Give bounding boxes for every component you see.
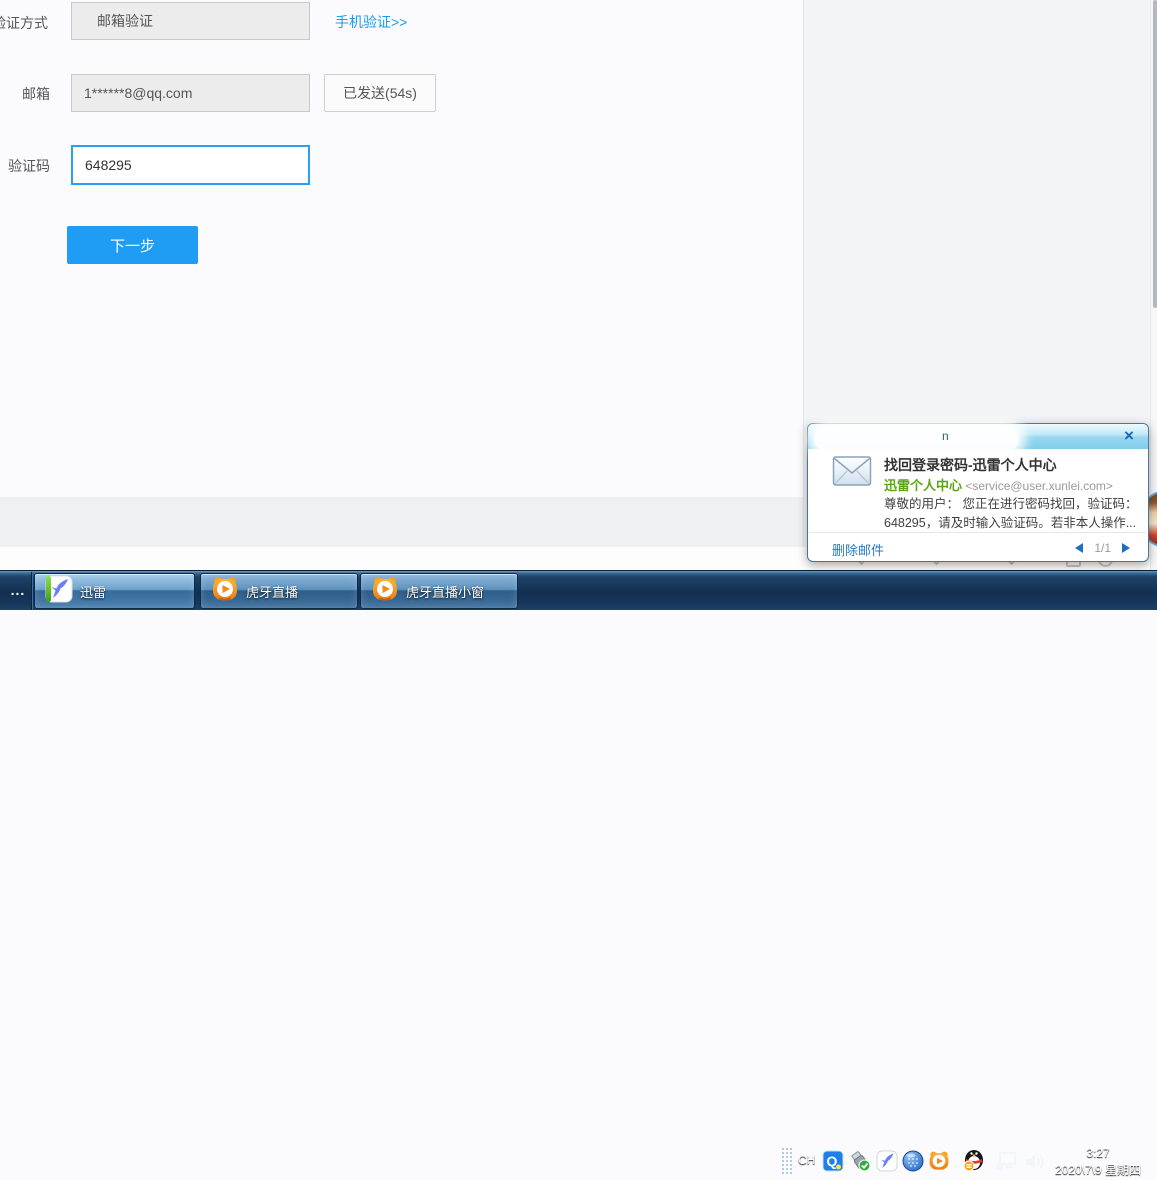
xunlei-tray-icon[interactable] — [876, 1150, 898, 1172]
resend-code-button[interactable]: 已发送(54s) — [324, 74, 436, 112]
delete-mail-link[interactable]: 删除邮件 — [832, 540, 884, 559]
taskbar-button-xunlei[interactable]: 迅雷 — [34, 573, 195, 609]
scrollbar-thumb[interactable] — [1153, 0, 1157, 308]
qq-icon[interactable] — [962, 1148, 984, 1170]
email-field[interactable] — [71, 74, 310, 112]
mail-body-line: 648295，请及时输入验证码。若非本人操作... — [884, 512, 1136, 531]
network-icon[interactable] — [994, 1150, 1016, 1172]
sender-email: <service@user.xunlei.com> — [965, 479, 1113, 493]
redacted-title-blur — [814, 426, 1019, 452]
mail-body-line: 尊敬的用户： 您正在进行密码找回，验证码： — [884, 493, 1137, 512]
svg-text:Q: Q — [827, 1153, 838, 1169]
clock-time: 3:27 — [1086, 1145, 1109, 1162]
close-icon[interactable]: × — [1124, 426, 1134, 446]
mail-sender: 迅雷个人中心 <service@user.xunlei.com> — [884, 475, 1113, 494]
verification-method-label: 验证方式 — [0, 13, 48, 33]
taskbar-overflow-button[interactable]: ... — [6, 577, 30, 603]
page-footer-band — [0, 497, 803, 547]
clock-date: 2020\7\9 星期四 — [1055, 1162, 1141, 1179]
input-method-q-icon[interactable]: Q — [822, 1150, 844, 1172]
taskbar-button-label: 虎牙直播 — [246, 582, 298, 601]
scrollbar[interactable] — [1150, 0, 1157, 570]
language-indicator[interactable]: CH — [798, 1153, 815, 1167]
titlebar-text-remnant: n — [942, 429, 949, 443]
sender-name: 迅雷个人中心 — [884, 478, 962, 493]
usb-device-icon[interactable] — [849, 1150, 871, 1172]
verification-method-field[interactable]: 邮箱验证 — [71, 2, 310, 40]
verification-code-label: 验证码 — [8, 156, 50, 176]
mail-pager: 1/1 — [1075, 541, 1130, 555]
page-indicator: 1/1 — [1094, 541, 1111, 555]
next-mail-icon[interactable] — [1122, 543, 1130, 553]
tray-grip — [781, 1147, 793, 1175]
taskbar: ... 迅雷 — [0, 570, 1157, 610]
tray-clock[interactable]: 3:27 2020\7\9 星期四 — [1042, 1143, 1154, 1180]
taskbar-button-label: 虎牙直播小窗 — [406, 582, 484, 601]
huya-icon — [211, 575, 239, 608]
taskbar-button-huya[interactable]: 虎牙直播 — [200, 573, 358, 609]
mail-subject: 找回登录密码-迅雷个人中心 — [884, 455, 1057, 475]
verification-code-input[interactable] — [71, 145, 310, 185]
email-label: 邮箱 — [22, 84, 50, 104]
popup-titlebar[interactable]: n × — [808, 424, 1148, 449]
taskbar-button-huya-miniwindow[interactable]: 虎牙直播小窗 — [360, 573, 518, 609]
xunlei-icon — [45, 575, 73, 608]
mail-notification-popup: n × 找回登录密码-迅雷个人中心 迅雷个人中心 <service@user.x… — [807, 423, 1149, 562]
blue-ball-icon[interactable] — [902, 1150, 924, 1172]
envelope-icon — [832, 455, 872, 494]
taskbar-divider — [32, 572, 33, 610]
popup-divider — [809, 532, 1146, 533]
taskbar-button-label: 迅雷 — [80, 582, 106, 601]
previous-mail-icon[interactable] — [1075, 543, 1083, 553]
huya-icon — [371, 575, 399, 608]
huya-tray-icon[interactable] — [928, 1150, 950, 1172]
phone-verification-link[interactable]: 手机验证>> — [335, 12, 407, 32]
next-step-button[interactable]: 下一步 — [67, 226, 198, 264]
